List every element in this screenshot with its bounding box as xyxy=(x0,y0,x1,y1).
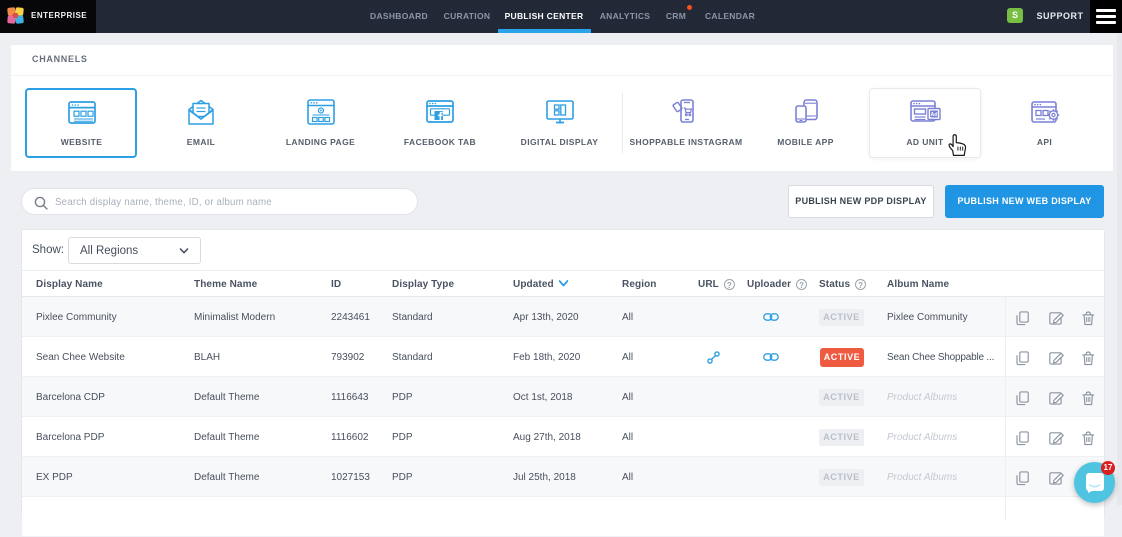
svg-text:Ad: Ad xyxy=(930,112,937,118)
